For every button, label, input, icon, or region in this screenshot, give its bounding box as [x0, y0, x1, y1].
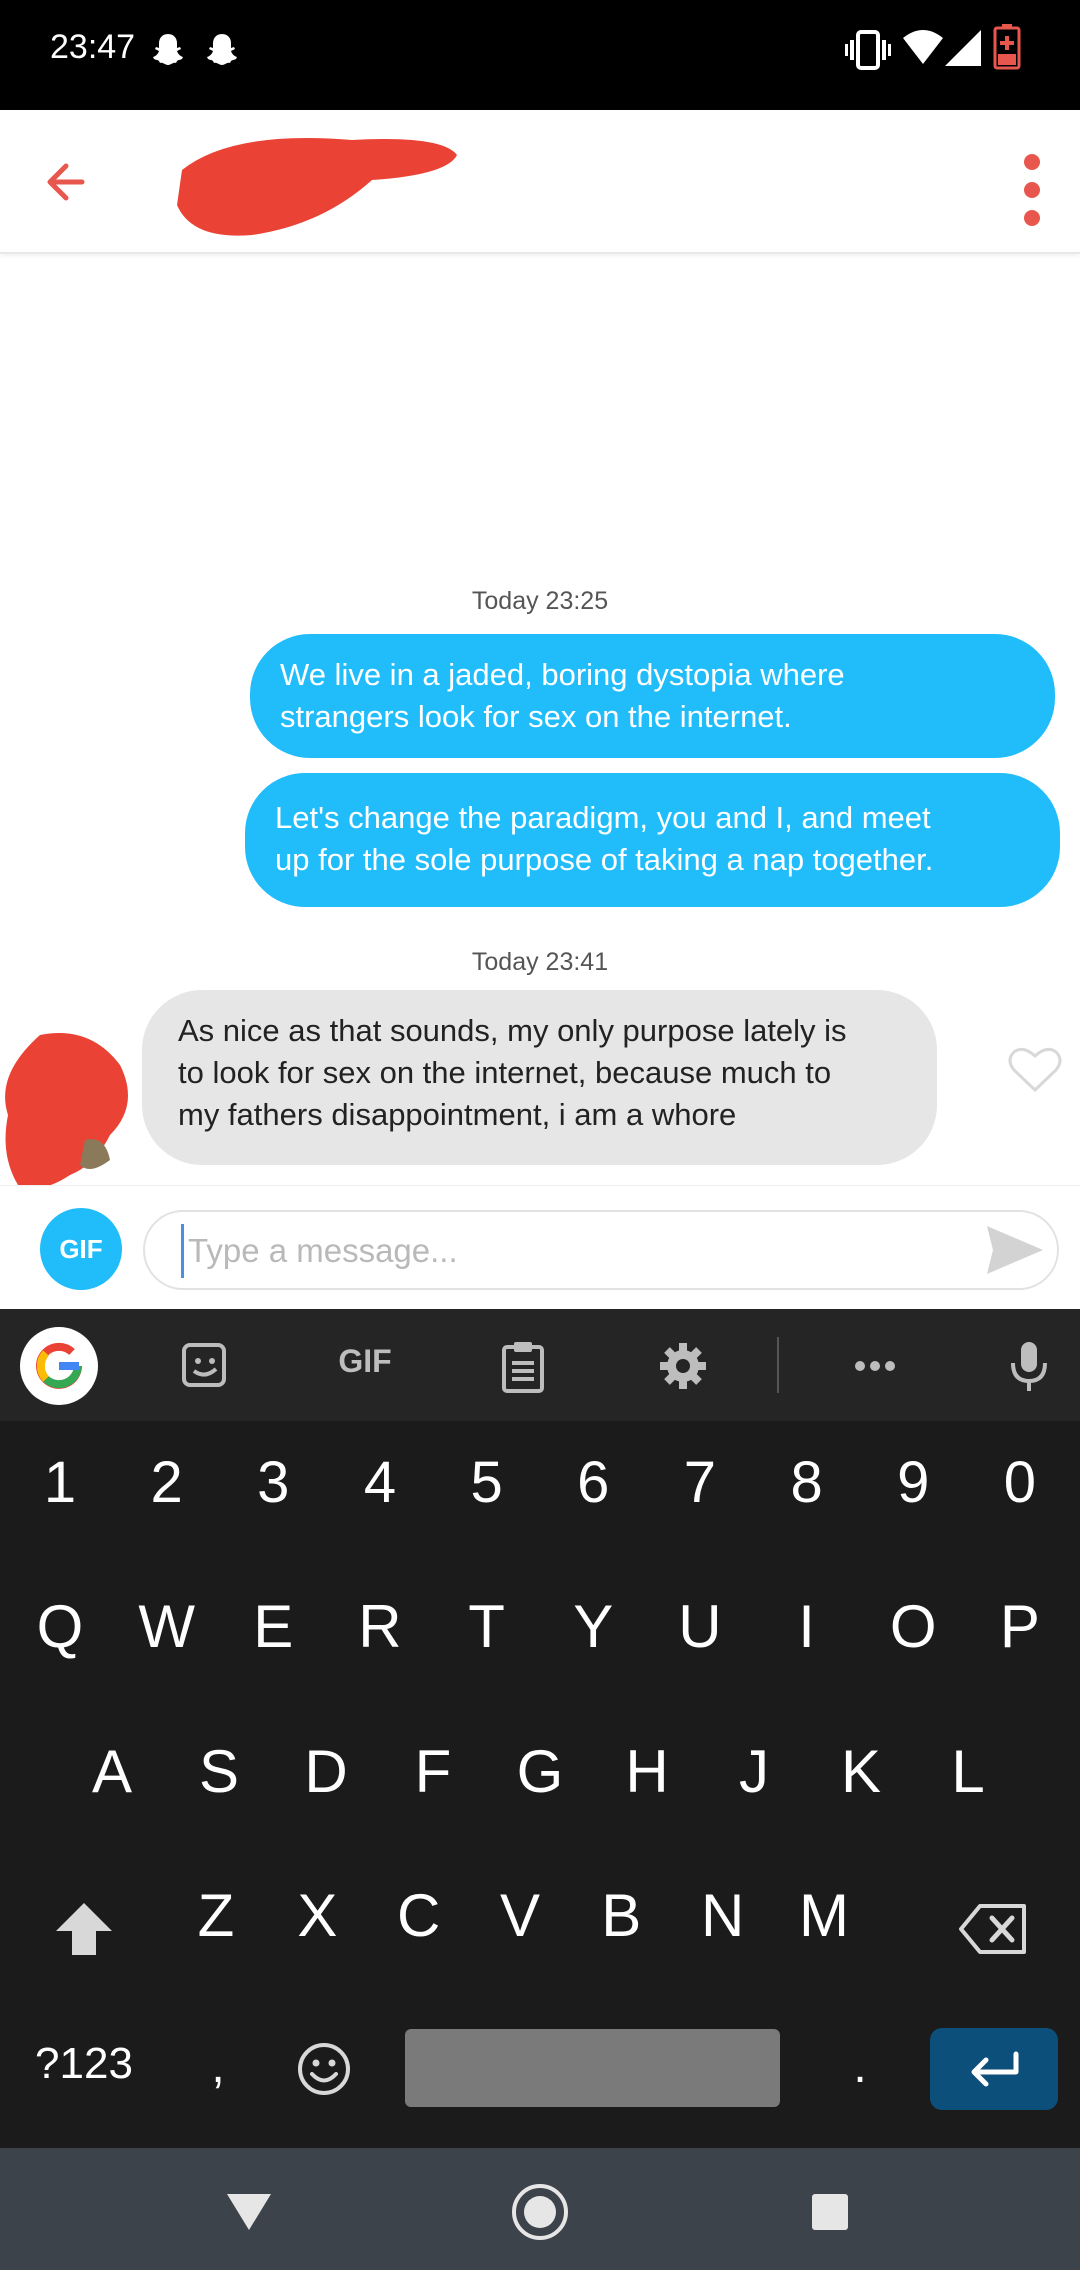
toolbar-divider [777, 1337, 779, 1393]
key-i[interactable]: I [771, 1592, 843, 1682]
key-8[interactable]: 8 [771, 1449, 843, 1539]
settings-gear-icon[interactable] [656, 1339, 710, 1393]
key-m[interactable]: M [788, 1881, 860, 1971]
snapchat-icon [153, 34, 183, 65]
message-line: my fathers disappointment, i am a whore [178, 1097, 737, 1132]
message-line: up for the sole purpose of taking a nap … [275, 842, 934, 877]
symbols-key[interactable]: ?123 [24, 2039, 144, 2089]
status-time: 23:47 [50, 28, 136, 66]
gif-keyboard-button[interactable]: GIF [330, 1343, 400, 1387]
key-7[interactable]: 7 [664, 1449, 736, 1539]
key-t[interactable]: T [451, 1592, 523, 1682]
key-n[interactable]: N [687, 1881, 759, 1971]
nav-home-icon[interactable] [510, 2182, 570, 2242]
key-0[interactable]: 0 [984, 1449, 1056, 1539]
key-5[interactable]: 5 [451, 1449, 523, 1539]
letter-keys: Z X C V B N M [180, 1881, 860, 1971]
back-arrow-icon[interactable] [40, 150, 104, 214]
more-horizontal-icon[interactable] [848, 1339, 902, 1393]
key-w[interactable]: W [131, 1592, 203, 1682]
like-heart-icon[interactable] [1008, 1046, 1062, 1094]
vibrate-icon [845, 30, 891, 70]
key-l[interactable]: L [932, 1737, 1004, 1827]
message-line: strangers look for sex on the internet. [280, 699, 792, 734]
sticker-icon[interactable] [178, 1339, 232, 1393]
key-c[interactable]: C [383, 1881, 455, 1971]
key-g[interactable]: G [504, 1737, 576, 1827]
status-bar: 23:47 [0, 0, 1080, 110]
key-j[interactable]: J [718, 1737, 790, 1827]
battery-charging-icon [993, 24, 1021, 70]
spacebar[interactable] [405, 2029, 780, 2107]
redacted-name-scribble [177, 138, 457, 236]
bottom-row: ?123 , . [0, 2019, 1080, 2119]
letter-row-1: Q W E R T Y U I O P [0, 1592, 1080, 1682]
emoji-icon[interactable] [296, 2041, 352, 2097]
wifi-icon [903, 30, 943, 64]
key-v[interactable]: V [484, 1881, 556, 1971]
backspace-icon[interactable] [958, 1903, 1028, 1955]
message-input[interactable] [181, 1224, 970, 1278]
letter-row-2: A S D F G H J K L [0, 1737, 1080, 1827]
clipboard-icon[interactable] [496, 1339, 550, 1393]
nav-recents-icon[interactable] [810, 2192, 850, 2232]
key-r[interactable]: R [344, 1592, 416, 1682]
message-field[interactable] [143, 1210, 1059, 1290]
outgoing-message-bubble[interactable]: Let's change the paradigm, you and I, an… [245, 773, 1060, 907]
key-y[interactable]: Y [557, 1592, 629, 1682]
comma-key[interactable]: , [198, 2039, 238, 2094]
key-s[interactable]: S [183, 1737, 255, 1827]
message-line: to look for sex on the internet, because… [178, 1055, 832, 1090]
key-6[interactable]: 6 [557, 1449, 629, 1539]
message-timestamp: Today 23:25 [471, 587, 609, 615]
number-row: 1 2 3 4 5 6 7 8 9 0 [0, 1449, 1080, 1539]
key-e[interactable]: E [237, 1592, 309, 1682]
key-4[interactable]: 4 [344, 1449, 416, 1539]
enter-arrow-icon [971, 2051, 1019, 2087]
letter-row-3: Z X C V B N M [0, 1881, 1080, 1971]
key-x[interactable]: X [281, 1881, 353, 1971]
chat-header [0, 110, 1080, 254]
keyboard: GIF 1 2 3 4 5 6 7 8 9 0 Q W E R T Y U I … [0, 1309, 1080, 2148]
nav-back-icon[interactable] [225, 2192, 273, 2232]
key-q[interactable]: Q [24, 1592, 96, 1682]
key-o[interactable]: O [877, 1592, 949, 1682]
period-key[interactable]: . [840, 2039, 880, 2094]
key-h[interactable]: H [611, 1737, 683, 1827]
shift-icon[interactable] [52, 1901, 116, 1957]
incoming-message-bubble[interactable]: As nice as that sounds, my only purpose … [142, 990, 937, 1165]
key-9[interactable]: 9 [877, 1449, 949, 1539]
keyboard-toolbar: GIF [0, 1309, 1080, 1421]
key-z[interactable]: Z [180, 1881, 252, 1971]
message-line: We live in a jaded, boring dystopia wher… [280, 657, 845, 692]
key-1[interactable]: 1 [24, 1449, 96, 1539]
system-nav-bar [0, 2148, 1080, 2270]
message-line: As nice as that sounds, my only purpose … [178, 1013, 847, 1048]
snapchat-icon [207, 34, 237, 65]
redacted-avatar-scribble [5, 1033, 129, 1189]
key-b[interactable]: B [585, 1881, 657, 1971]
cell-signal-icon [945, 30, 981, 66]
enter-key[interactable] [930, 2028, 1058, 2110]
key-k[interactable]: K [825, 1737, 897, 1827]
google-icon[interactable] [20, 1327, 98, 1405]
gif-button[interactable]: GIF [40, 1208, 122, 1290]
message-line: Let's change the paradigm, you and I, an… [275, 800, 931, 835]
key-u[interactable]: U [664, 1592, 736, 1682]
send-icon[interactable] [985, 1222, 1045, 1278]
message-timestamp: Today 23:41 [471, 948, 609, 976]
key-p[interactable]: P [984, 1592, 1056, 1682]
key-2[interactable]: 2 [131, 1449, 203, 1539]
microphone-icon[interactable] [1002, 1339, 1056, 1393]
more-vertical-icon[interactable] [1010, 150, 1054, 240]
key-3[interactable]: 3 [237, 1449, 309, 1539]
composer-bar: GIF [0, 1185, 1080, 1310]
key-a[interactable]: A [76, 1737, 148, 1827]
key-d[interactable]: D [290, 1737, 362, 1827]
outgoing-message-bubble[interactable]: We live in a jaded, boring dystopia wher… [250, 634, 1055, 758]
key-f[interactable]: F [397, 1737, 469, 1827]
